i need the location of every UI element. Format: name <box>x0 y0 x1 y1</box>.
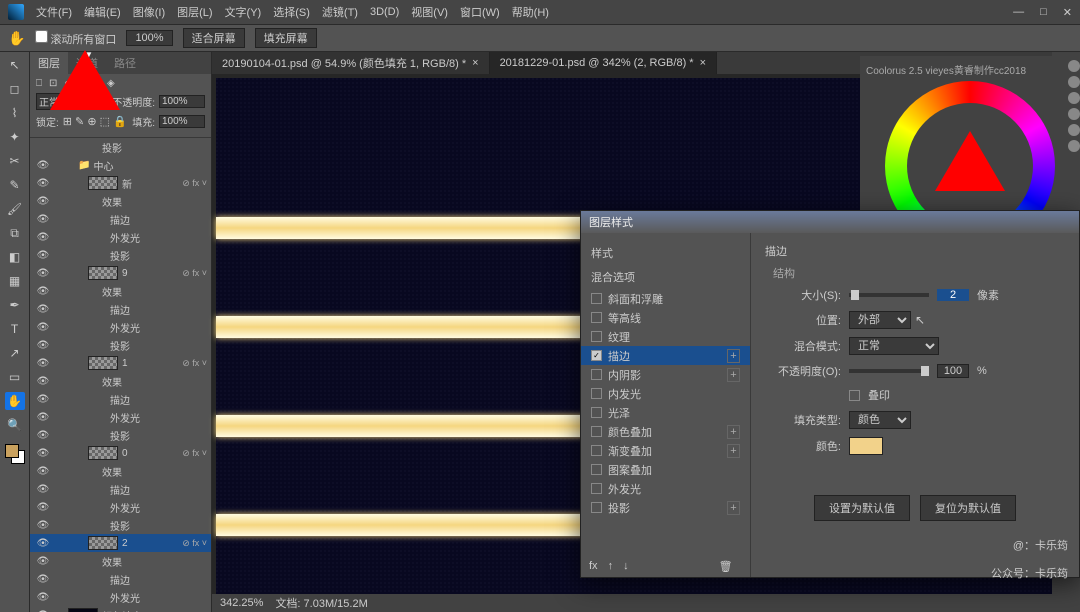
layer-style-dialog: 图层样式 样式 混合选项 斜面和浮雕 等高线 纹理 ✓描边+ 内阴影+ 内发光 … <box>580 210 1080 578</box>
position-select[interactable]: 外部 <box>849 311 911 329</box>
menu-window[interactable]: 窗口(W) <box>460 4 500 20</box>
menu-edit[interactable]: 编辑(E) <box>84 4 121 20</box>
down-icon[interactable]: ↓ <box>623 560 629 573</box>
style-drop-shadow[interactable]: 投影+ <box>581 498 750 517</box>
add-icon[interactable]: + <box>727 368 740 382</box>
size-input[interactable] <box>937 289 969 301</box>
stamp-tool-icon[interactable]: ⧉ <box>5 224 25 242</box>
status-bar: 342.25% 文档: 7.03M/15.2M <box>212 594 1052 612</box>
section-header: 描边 <box>765 243 1065 259</box>
lasso-tool-icon[interactable]: ⌇ <box>5 104 25 122</box>
style-inner-glow[interactable]: 内发光 <box>581 384 750 403</box>
stroke-color-swatch[interactable] <box>849 437 883 455</box>
minimize-icon[interactable]: — <box>1013 6 1024 19</box>
eraser-tool-icon[interactable]: ◧ <box>5 248 25 266</box>
selected-layer-row[interactable]: 👁2⊘ fx ˅ <box>30 534 211 552</box>
make-default-button[interactable]: 设置为默认值 <box>814 495 910 521</box>
reset-default-button[interactable]: 复位为默认值 <box>920 495 1016 521</box>
menu-select[interactable]: 选择(S) <box>273 4 310 20</box>
move-tool-icon[interactable]: ↖ <box>5 56 25 74</box>
cursor-icon: ↖ <box>915 313 925 327</box>
brush-tool-icon[interactable]: 🖌 <box>5 200 25 218</box>
marquee-tool-icon[interactable]: ◻ <box>5 80 25 98</box>
style-bevel[interactable]: 斜面和浮雕 <box>581 289 750 308</box>
photoshop-logo-icon <box>8 4 24 20</box>
menu-file[interactable]: 文件(F) <box>36 4 72 20</box>
fill-type-select[interactable]: 颜色 <box>849 411 911 429</box>
menu-3d[interactable]: 3D(D) <box>370 6 399 18</box>
layers-panel: 图层 通道 路径 ⎕⊡◐T⬚◈ 正常不透明度:100% 锁定:⊞ ✎ ⊕ ⬚ 🔒… <box>30 52 212 612</box>
type-tool-icon[interactable]: T <box>5 320 25 338</box>
scroll-all-checkbox[interactable]: 滚动所有窗口 <box>35 30 116 47</box>
tool-column: ↖ ◻ ⌇ ✦ ✂ ✎ 🖌 ⧉ ◧ ▦ ✒ T ↗ ▭ ✋ 🔍 <box>0 52 30 612</box>
document-tab-1[interactable]: 20190104-01.psd @ 54.9% (颜色填充 1, RGB/8) … <box>212 52 490 74</box>
fx-icon[interactable]: fx <box>589 560 598 573</box>
options-bar: ✋ 滚动所有窗口 100% 适合屏幕 填充屏幕 <box>0 24 1080 52</box>
blend-options[interactable]: 混合选项 <box>581 265 750 289</box>
menu-help[interactable]: 帮助(H) <box>512 4 549 20</box>
opacity-input[interactable] <box>937 364 969 378</box>
hand-tool-icon[interactable]: ✋ <box>8 30 25 47</box>
add-icon[interactable]: + <box>727 501 740 515</box>
crop-tool-icon[interactable]: ✂ <box>5 152 25 170</box>
style-inner-shadow[interactable]: 内阴影+ <box>581 365 750 384</box>
path-tool-icon[interactable]: ↗ <box>5 344 25 362</box>
opacity-slider[interactable] <box>849 369 929 373</box>
menu-type[interactable]: 文字(Y) <box>225 4 262 20</box>
size-slider[interactable] <box>849 293 929 297</box>
style-texture[interactable]: 纹理 <box>581 327 750 346</box>
eyedropper-tool-icon[interactable]: ✎ <box>5 176 25 194</box>
watermark: @：卡乐筠 公众号：卡乐筠 <box>991 532 1068 588</box>
add-icon[interactable]: + <box>727 444 740 458</box>
style-color-overlay[interactable]: 颜色叠加+ <box>581 422 750 441</box>
menu-filter[interactable]: 滤镜(T) <box>322 4 358 20</box>
style-contour[interactable]: 等高线 <box>581 308 750 327</box>
up-icon[interactable]: ↑ <box>608 560 614 573</box>
styles-header[interactable]: 样式 <box>581 241 750 265</box>
doc-size-readout[interactable]: 文档: 7.03M/15.2M <box>275 595 367 611</box>
overprint-checkbox[interactable]: 叠印 <box>868 387 890 403</box>
menu-view[interactable]: 视图(V) <box>411 4 448 20</box>
blend-mode-select[interactable]: 正常 <box>849 337 939 355</box>
document-tab-2[interactable]: 20181229-01.psd @ 342% (2, RGB/8) *× <box>490 52 717 74</box>
layer-list: 投影 👁▼📁 中心 👁新⊘ fx ˅ 👁效果 👁描边 👁外发光 👁投影 👁9⊘ … <box>30 138 211 612</box>
zoom-field[interactable]: 100% <box>126 30 172 46</box>
zoom-tool-icon[interactable]: 🔍 <box>5 416 25 434</box>
close-tab-icon[interactable]: × <box>472 57 478 69</box>
menu-layer[interactable]: 图层(L) <box>177 4 212 20</box>
color-swatch[interactable] <box>5 444 25 464</box>
close-icon[interactable]: ✕ <box>1063 6 1072 19</box>
style-gradient-overlay[interactable]: 渐变叠加+ <box>581 441 750 460</box>
menu-image[interactable]: 图像(I) <box>133 4 165 20</box>
zoom-readout[interactable]: 342.25% <box>220 597 263 609</box>
fit-screen-button[interactable]: 适合屏幕 <box>183 28 245 48</box>
style-outer-glow[interactable]: 外发光 <box>581 479 750 498</box>
stroke-settings: 描边 结构 大小(S): 像素 位置: 外部 ↖ 混合模式: 正常 不透明度(O… <box>751 233 1079 577</box>
add-icon[interactable]: + <box>727 349 740 363</box>
add-icon[interactable]: + <box>727 425 740 439</box>
style-pattern-overlay[interactable]: 图案叠加 <box>581 460 750 479</box>
style-satin[interactable]: 光泽 <box>581 403 750 422</box>
close-tab-icon[interactable]: × <box>700 57 706 69</box>
maximize-icon[interactable]: □ <box>1040 6 1047 19</box>
trash-icon[interactable]: 🗑 <box>719 560 733 573</box>
wand-tool-icon[interactable]: ✦ <box>5 128 25 146</box>
gradient-tool-icon[interactable]: ▦ <box>5 272 25 290</box>
fill-screen-button[interactable]: 填充屏幕 <box>255 28 317 48</box>
pen-tool-icon[interactable]: ✒ <box>5 296 25 314</box>
style-list: 样式 混合选项 斜面和浮雕 等高线 纹理 ✓描边+ 内阴影+ 内发光 光泽 颜色… <box>581 233 751 577</box>
style-stroke[interactable]: ✓描边+ <box>581 346 750 365</box>
dialog-title[interactable]: 图层样式 <box>581 211 1079 233</box>
hand-tool-icon[interactable]: ✋ <box>5 392 25 410</box>
coolorus-title: Coolorus 2.5 vieyes黄睿制作cc2018 <box>866 62 1074 77</box>
shape-tool-icon[interactable]: ▭ <box>5 368 25 386</box>
menu-bar: 文件(F) 编辑(E) 图像(I) 图层(L) 文字(Y) 选择(S) 滤镜(T… <box>0 0 1080 24</box>
